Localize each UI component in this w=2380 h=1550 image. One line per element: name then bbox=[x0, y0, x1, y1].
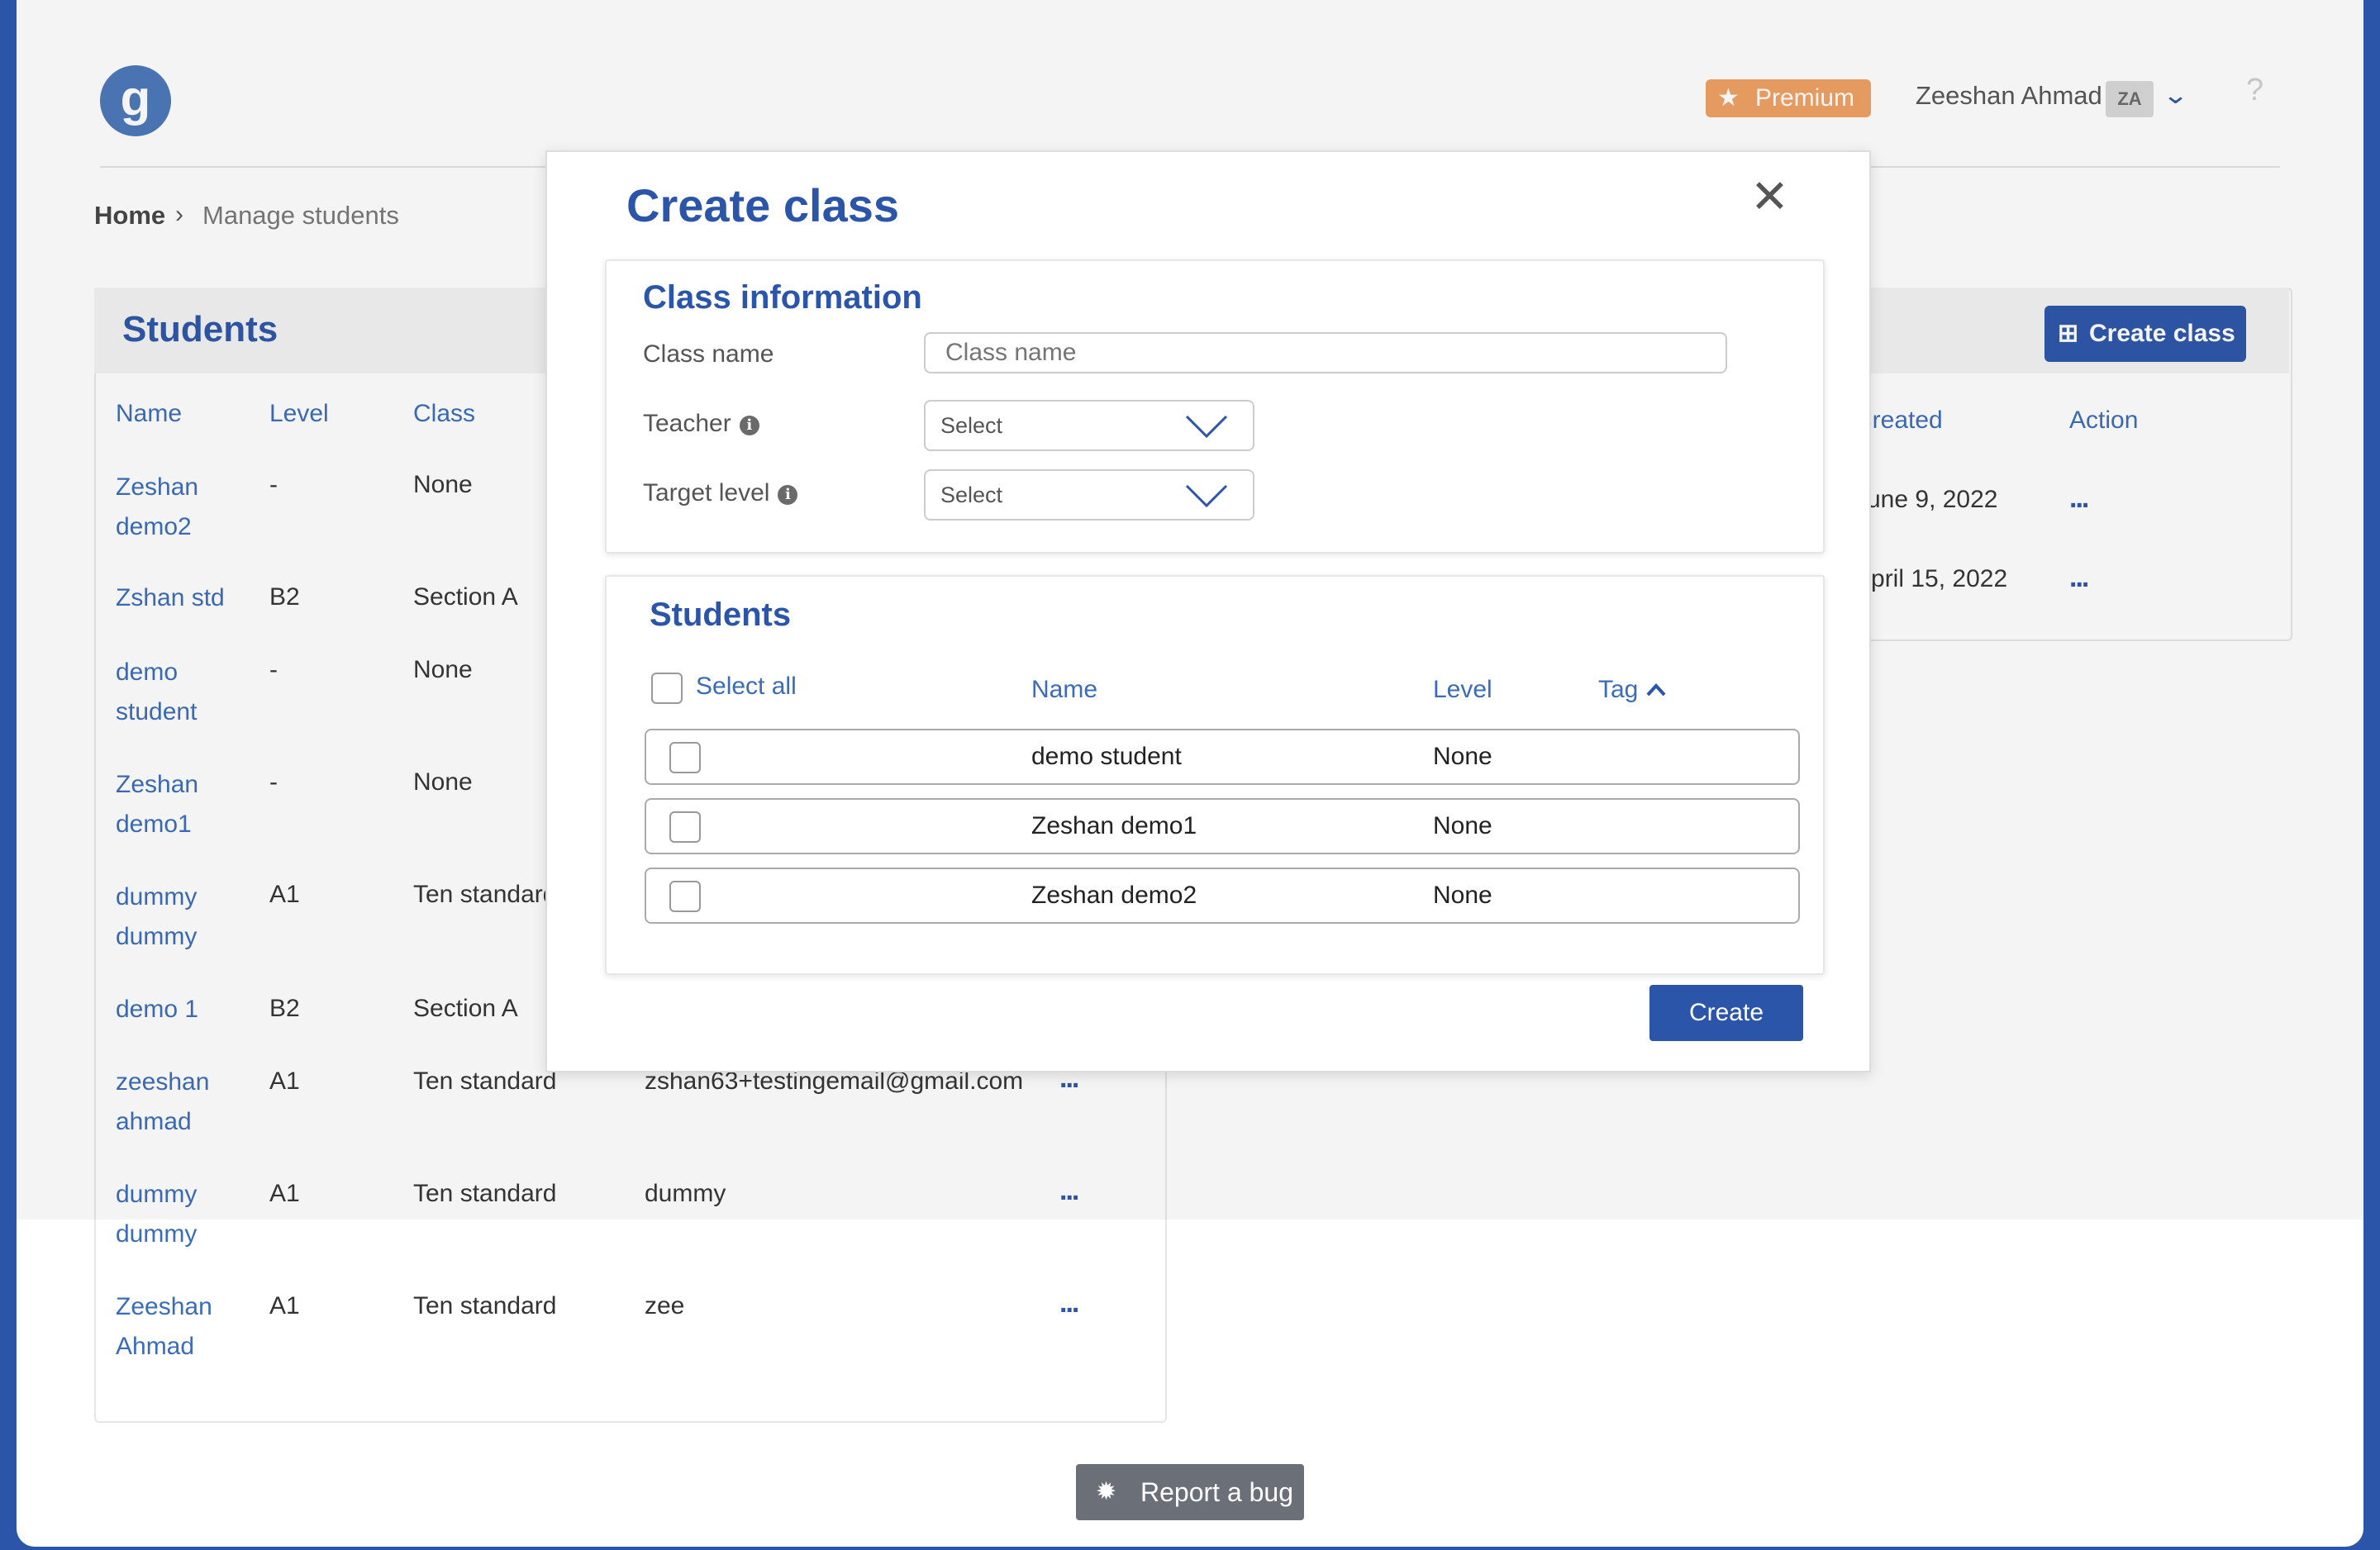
chevron-down-icon bbox=[1185, 484, 1228, 507]
column-header-class[interactable]: Class bbox=[413, 400, 475, 428]
student-name-link[interactable]: Zeshan demo1 bbox=[116, 765, 198, 844]
student-level: None bbox=[1433, 743, 1492, 770]
student-level: B2 bbox=[269, 995, 300, 1022]
select-all-checkbox[interactable] bbox=[651, 673, 683, 704]
select-all-label[interactable]: Select all bbox=[696, 673, 797, 701]
report-bug-button[interactable]: ✹ Report a bug bbox=[1076, 1464, 1304, 1520]
row-action-menu[interactable]: ... bbox=[2069, 483, 2089, 515]
avatar[interactable]: ZA bbox=[2106, 81, 2154, 117]
breadcrumb-separator: › bbox=[175, 201, 183, 228]
create-button[interactable]: Create bbox=[1649, 985, 1803, 1041]
row-action-menu[interactable]: ... bbox=[1059, 1175, 1079, 1207]
class-created-date: June 9, 2022 bbox=[1854, 486, 1998, 513]
column-header-tag[interactable]: Tag bbox=[1598, 676, 1667, 704]
student-level: A1 bbox=[269, 1180, 300, 1207]
student-class: None bbox=[413, 471, 473, 498]
bug-icon: ✹ bbox=[1096, 1478, 1117, 1505]
student-name: Zeshan demo1 bbox=[1031, 812, 1197, 839]
column-header-name[interactable]: Name bbox=[1031, 676, 1097, 704]
info-icon[interactable]: i bbox=[739, 416, 759, 435]
student-name: demo student bbox=[1031, 743, 1182, 770]
student-level: A1 bbox=[269, 1067, 300, 1095]
row-action-menu[interactable]: ... bbox=[1059, 1287, 1079, 1319]
chevron-down-icon[interactable]: ⌄ bbox=[2162, 81, 2189, 110]
students-card-title: Students bbox=[650, 597, 792, 633]
class-name-input[interactable] bbox=[924, 332, 1727, 373]
column-header-level[interactable]: Level bbox=[1433, 676, 1492, 704]
user-name[interactable]: Zeeshan Ahmad bbox=[1916, 81, 2102, 111]
student-class: Section A bbox=[413, 583, 518, 611]
column-header-name[interactable]: Name bbox=[116, 400, 182, 428]
student-checkbox[interactable] bbox=[669, 881, 701, 912]
student-name-link[interactable]: Zeeshan Ahmad bbox=[116, 1287, 212, 1367]
student-select-row[interactable]: Zeshan demo1 None bbox=[645, 798, 1800, 854]
row-action-menu[interactable]: ... bbox=[2069, 562, 2089, 594]
student-level: None bbox=[1433, 812, 1492, 839]
student-level: None bbox=[1433, 882, 1492, 909]
breadcrumb-current: Manage students bbox=[202, 201, 399, 230]
student-name-link[interactable]: dummy dummy bbox=[116, 1175, 197, 1254]
student-checkbox[interactable] bbox=[669, 811, 701, 843]
student-class: Ten standard bbox=[413, 1180, 557, 1207]
student-name-link[interactable]: demo 1 bbox=[116, 990, 198, 1029]
student-class: Ten standard bbox=[413, 1067, 557, 1095]
chevron-up-icon bbox=[1646, 683, 1666, 697]
chevron-down-icon bbox=[1185, 415, 1228, 438]
student-level: A1 bbox=[269, 881, 300, 908]
help-icon[interactable]: ? bbox=[2246, 73, 2263, 108]
student-class: Section A bbox=[413, 995, 518, 1022]
modal-title: Create class bbox=[626, 179, 900, 231]
create-class-button[interactable]: ⊞ Create class bbox=[2044, 306, 2246, 362]
teacher-label: Teacher i bbox=[643, 410, 759, 438]
student-level: - bbox=[269, 768, 278, 796]
class-name-label: Class name bbox=[643, 340, 774, 368]
student-class: None bbox=[413, 656, 473, 683]
students-panel-title: Students bbox=[122, 309, 278, 349]
class-information-title: Class information bbox=[643, 279, 922, 316]
student-name: Zeshan demo2 bbox=[1031, 882, 1197, 909]
student-select-row[interactable]: demo student None bbox=[645, 729, 1800, 785]
premium-badge[interactable]: ★ Premium bbox=[1706, 79, 1871, 117]
student-select-row[interactable]: Zeshan demo2 None bbox=[645, 868, 1800, 924]
student-class: Ten standard bbox=[413, 1292, 557, 1319]
student-class: Ten standard bbox=[413, 881, 557, 908]
column-header-action: Action bbox=[2069, 407, 2139, 434]
target-level-label: Target level i bbox=[643, 479, 798, 507]
star-icon: ★ bbox=[1717, 84, 1740, 112]
student-level: B2 bbox=[269, 583, 300, 611]
student-name-link[interactable]: Zshan std bbox=[116, 578, 225, 618]
student-name-link[interactable]: dummy dummy bbox=[116, 877, 197, 957]
column-header-level[interactable]: Level bbox=[269, 400, 329, 428]
student-email: zee bbox=[645, 1292, 685, 1319]
student-checkbox[interactable] bbox=[669, 742, 701, 773]
info-icon[interactable]: i bbox=[778, 485, 798, 505]
student-name-link[interactable]: demo student bbox=[116, 653, 197, 732]
student-name-link[interactable]: zeeshan ahmad bbox=[116, 1063, 209, 1142]
class-created-date: April 15, 2022 bbox=[1854, 565, 2008, 592]
student-level: - bbox=[269, 656, 278, 683]
app-logo[interactable]: g bbox=[100, 65, 171, 136]
student-level: - bbox=[269, 471, 278, 498]
student-email: dummy bbox=[645, 1180, 726, 1207]
student-class: None bbox=[413, 768, 473, 796]
premium-label: Premium bbox=[1755, 84, 1855, 112]
breadcrumb-home[interactable]: Home bbox=[94, 201, 165, 231]
target-level-select[interactable]: Select bbox=[924, 469, 1254, 521]
app-window: g ★ Premium Zeeshan Ahmad ZA ⌄ ? Home › … bbox=[17, 0, 2363, 1547]
close-icon[interactable]: ✕ bbox=[1750, 174, 1789, 220]
teacher-select[interactable]: Select bbox=[924, 400, 1254, 451]
student-level: A1 bbox=[269, 1292, 300, 1319]
student-name-link[interactable]: Zeshan demo2 bbox=[116, 468, 198, 547]
plus-square-icon: ⊞ bbox=[2058, 320, 2079, 347]
